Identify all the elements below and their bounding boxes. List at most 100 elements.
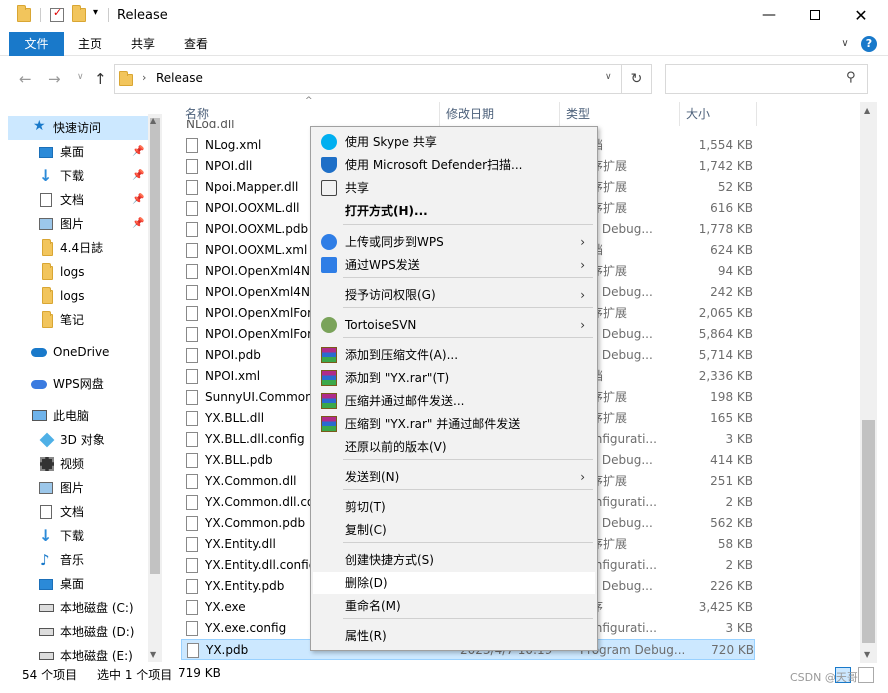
file-name: YX.Common.dll.co <box>205 495 315 509</box>
file-icon <box>186 306 198 321</box>
menu-item[interactable]: 属性(R) <box>313 625 595 647</box>
menu-item[interactable]: 压缩并通过邮件发送... <box>313 390 595 412</box>
nav-pc-desktop[interactable]: 桌面 <box>0 572 148 596</box>
nav-label: 视频 <box>60 457 85 471</box>
col-date[interactable]: 修改日期 <box>440 102 560 126</box>
chevron-down-icon[interactable]: ∨ <box>77 72 84 82</box>
menu-item[interactable]: 共享 <box>313 177 595 199</box>
nav-item-folder[interactable]: 笔记 <box>0 308 148 332</box>
menu-item[interactable]: 使用 Skype 共享 <box>313 131 595 153</box>
menu-item[interactable]: 添加到压缩文件(A)... <box>313 344 595 366</box>
col-type[interactable]: 类型 <box>560 102 680 126</box>
menu-item-label: 共享 <box>345 181 370 195</box>
menu-item[interactable]: TortoiseSVN › <box>313 314 595 336</box>
nav-item-folder[interactable]: 4.4日誌 <box>0 236 148 260</box>
nav-pc-drive-d[interactable]: 本地磁盘 (D:) <box>0 620 148 644</box>
address-input[interactable]: › Release ∨ <box>114 64 622 94</box>
back-arrow-icon[interactable]: ← <box>19 70 32 88</box>
tab-share[interactable]: 共享 <box>119 32 167 56</box>
tab-view[interactable]: 查看 <box>172 32 220 56</box>
nav-item-documents[interactable]: 文档 📌 <box>0 188 148 212</box>
menu-item[interactable]: 创建快捷方式(S) <box>313 549 595 571</box>
menu-item[interactable]: 还原以前的版本(V) <box>313 436 595 458</box>
nav-this-pc[interactable]: 此电脑 <box>0 404 148 428</box>
nav-pc-drive-c[interactable]: 本地磁盘 (C:) <box>0 596 148 620</box>
minimize-button[interactable]: — <box>746 0 792 30</box>
file-size: 1,554 KB <box>698 138 753 152</box>
new-folder-icon[interactable] <box>72 5 86 22</box>
file-size: 242 KB <box>710 285 753 299</box>
tab-file[interactable]: 文件 <box>9 32 64 56</box>
menu-item[interactable]: 使用 Microsoft Defender扫描... <box>313 154 595 176</box>
divider <box>108 8 109 22</box>
nav-scrollbar-thumb[interactable] <box>150 118 160 574</box>
scroll-down-icon[interactable]: ▼ <box>150 650 156 659</box>
maximize-button[interactable] <box>792 0 838 30</box>
forward-arrow-icon[interactable]: → <box>48 70 61 88</box>
nav-item-folder[interactable]: logs <box>0 260 148 284</box>
chevron-right-icon[interactable]: › <box>142 71 146 84</box>
menu-item[interactable]: 授予访问权限(G) › <box>313 284 595 306</box>
nav-pc-pictures[interactable]: 图片 <box>0 476 148 500</box>
chevron-down-icon[interactable]: ▾ <box>93 7 107 21</box>
menu-item-label: 复制(C) <box>345 523 387 537</box>
menu-item[interactable]: 打开方式(H)... <box>313 200 595 222</box>
scroll-up-icon[interactable]: ▲ <box>150 116 156 125</box>
refresh-button[interactable]: ↻ <box>621 64 652 94</box>
document-icon <box>40 505 52 519</box>
nav-pc-documents[interactable]: 文档 <box>0 500 148 524</box>
menu-item[interactable]: 剪切(T) <box>313 496 595 518</box>
up-arrow-icon[interactable]: ↑ <box>94 70 107 88</box>
menu-item[interactable]: 上传或同步到WPS › <box>313 231 595 253</box>
chevron-down-icon[interactable]: ∨ <box>605 72 612 82</box>
nav-pc-drive-e[interactable]: 本地磁盘 (E:) <box>0 644 148 663</box>
menu-item[interactable]: 压缩到 "YX.rar" 并通过邮件发送 <box>313 413 595 435</box>
menu-item[interactable]: 发送到(N) › <box>313 466 595 488</box>
file-size: 251 KB <box>710 474 753 488</box>
col-size[interactable]: 大小 <box>680 102 757 126</box>
nav-item-downloads[interactable]: ↓ 下载 📌 <box>0 164 148 188</box>
file-icon <box>186 600 198 615</box>
scroll-up-icon[interactable]: ▲ <box>864 106 870 115</box>
file-name: NPOI.OOXML.pdb <box>205 222 309 236</box>
nav-pc-3d-objects[interactable]: 3D 对象 <box>0 428 148 452</box>
file-icon <box>186 411 198 426</box>
search-input[interactable]: ⚲ <box>665 64 868 94</box>
menu-item[interactable]: 添加到 "YX.rar"(T) <box>313 367 595 389</box>
pin-icon[interactable]: 📌 <box>132 212 144 236</box>
chevron-down-icon[interactable]: ∨ <box>838 32 852 56</box>
nav-item-folder[interactable]: logs <box>0 284 148 308</box>
menu-separator <box>343 307 593 308</box>
properties-icon[interactable]: ✓ <box>50 6 64 22</box>
file-list-scrollbar-thumb[interactable] <box>862 420 875 643</box>
nav-onedrive[interactable]: OneDrive <box>0 340 148 364</box>
nav-label: 本地磁盘 (E:) <box>60 649 133 663</box>
nav-quick-access[interactable]: ★ 快速访问 <box>8 116 148 140</box>
tab-home[interactable]: 主页 <box>66 32 114 56</box>
nav-item-pictures[interactable]: 图片 📌 <box>0 212 148 236</box>
menu-item[interactable]: 删除(D) <box>313 572 595 594</box>
scroll-down-icon[interactable]: ▼ <box>864 650 870 659</box>
file-icon <box>186 390 198 405</box>
pin-icon[interactable]: 📌 <box>132 164 144 188</box>
pin-icon[interactable]: 📌 <box>132 140 144 164</box>
large-icons-view-button[interactable] <box>858 667 874 683</box>
wps-send-icon <box>321 257 337 273</box>
menu-item[interactable]: 通过WPS发送 › <box>313 254 595 276</box>
help-icon[interactable]: ? <box>861 36 877 52</box>
file-name: Npoi.Mapper.dll <box>205 180 299 194</box>
menu-item[interactable]: 复制(C) <box>313 519 595 541</box>
nav-wps-drive[interactable]: WPS网盘 <box>0 372 148 396</box>
menu-item[interactable]: 重命名(M) <box>313 595 595 617</box>
star-icon: ★ <box>33 118 46 134</box>
file-icon <box>186 222 198 237</box>
nav-pc-videos[interactable]: 视频 <box>0 452 148 476</box>
file-size: 58 KB <box>717 537 753 551</box>
close-button[interactable]: ✕ <box>838 0 884 30</box>
nav-item-desktop[interactable]: 桌面 📌 <box>0 140 148 164</box>
nav-label: 桌面 <box>60 145 85 159</box>
chevron-right-icon: › <box>580 235 585 249</box>
nav-pc-downloads[interactable]: ↓ 下载 <box>0 524 148 548</box>
nav-pc-music[interactable]: ♪ 音乐 <box>0 548 148 572</box>
pin-icon[interactable]: 📌 <box>132 188 144 212</box>
